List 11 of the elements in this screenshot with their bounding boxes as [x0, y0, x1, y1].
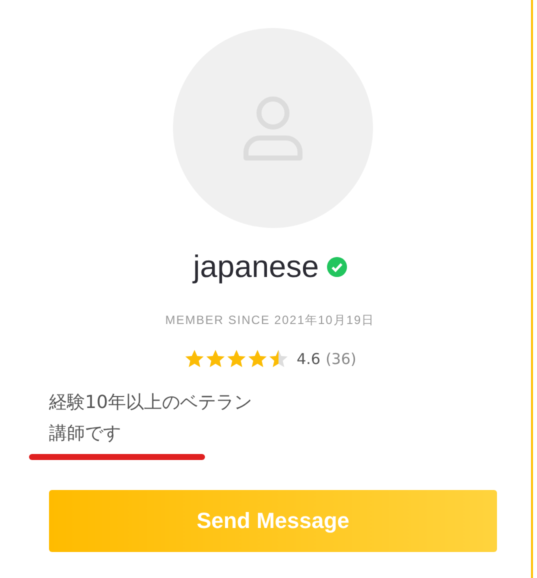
member-since: MEMBER SINCE 2021年10月19日: [165, 312, 375, 326]
user-name: japanese: [193, 248, 319, 286]
bio-text: 経験10年以上のベテラン講師です: [49, 390, 253, 446]
star-icon: [226, 348, 247, 368]
star-icon: [246, 348, 268, 368]
star-icon: [184, 348, 205, 368]
star-icon: [268, 348, 289, 368]
rating-value: 4.6: [296, 350, 320, 368]
review-count: (36): [326, 350, 356, 368]
star-icon: [204, 348, 226, 368]
send-message-button[interactable]: Send Message: [49, 490, 497, 552]
